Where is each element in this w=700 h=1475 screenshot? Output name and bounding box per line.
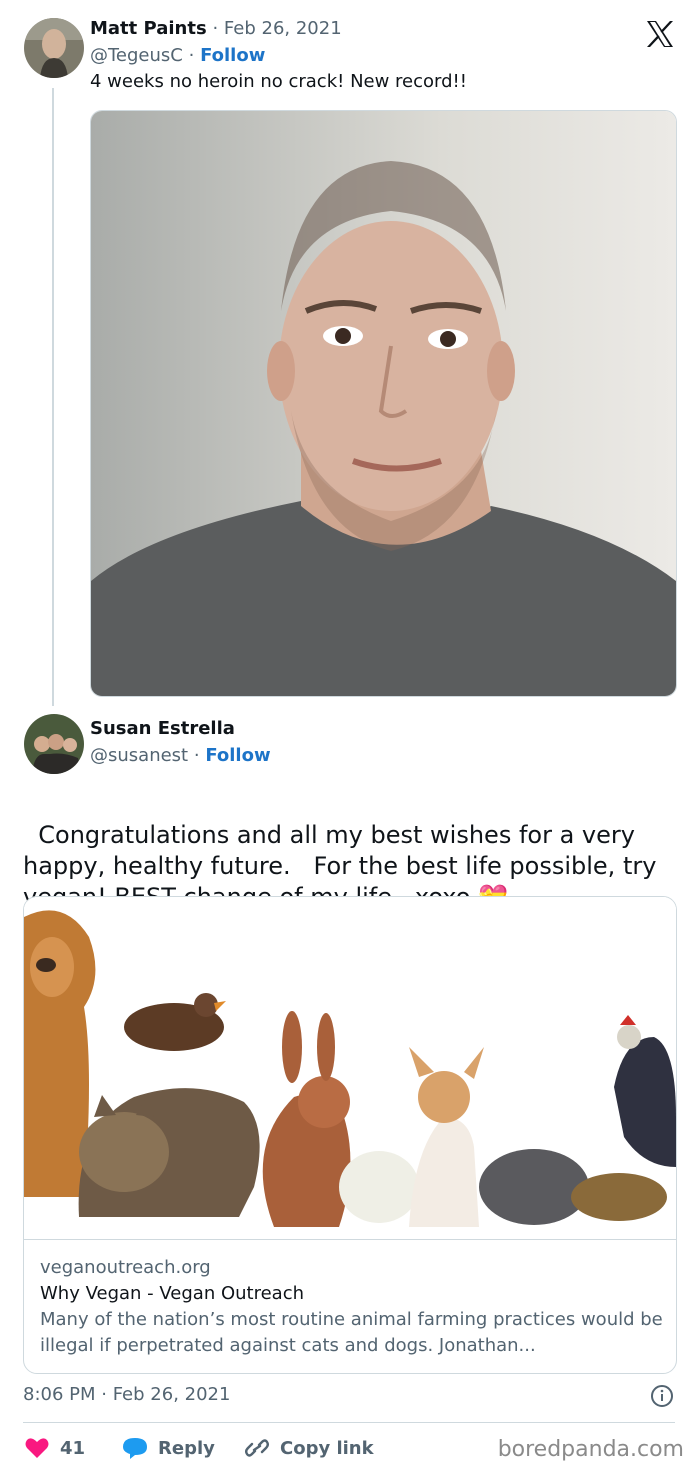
link-card[interactable]: veganoutreach.org Why Vegan - Vegan Outr…: [23, 896, 677, 1374]
thread-line: [52, 88, 54, 706]
x-logo-icon[interactable]: [644, 18, 676, 50]
post-date[interactable]: Feb 26, 2021: [224, 18, 342, 39]
tweet-text: Congratulations and all my best wishes f…: [23, 789, 673, 913]
tweet-photo[interactable]: [90, 110, 677, 697]
separator: ·: [212, 18, 219, 39]
info-icon[interactable]: [650, 1384, 674, 1408]
link-domain: veganoutreach.org: [40, 1257, 211, 1278]
like-button[interactable]: 41: [24, 1436, 85, 1460]
author-name[interactable]: Matt Paints: [90, 18, 207, 39]
author-name[interactable]: Susan Estrella: [90, 718, 235, 739]
copy-link-button[interactable]: Copy link: [244, 1436, 374, 1460]
avatar-susan[interactable]: [24, 714, 84, 774]
follow-button[interactable]: Follow: [205, 745, 270, 766]
author-handle[interactable]: @TegeusC: [90, 45, 183, 66]
link-chain-icon: [245, 1439, 269, 1457]
author-handle[interactable]: @susanest: [90, 745, 188, 766]
heart-icon: [25, 1438, 49, 1458]
divider: [23, 1422, 675, 1423]
link-description: Many of the nation’s most routine animal…: [40, 1309, 663, 1356]
post-timestamp[interactable]: 8:06 PM · Feb 26, 2021: [23, 1384, 230, 1405]
tweet-text: 4 weeks no heroin no crack! New record!!: [90, 71, 467, 92]
follow-button[interactable]: Follow: [200, 45, 265, 66]
reply-label: Reply: [158, 1437, 215, 1459]
reply-bubble-icon: [123, 1438, 147, 1459]
separator: ·: [193, 745, 200, 766]
reply-button[interactable]: Reply: [122, 1436, 215, 1460]
copy-link-label: Copy link: [280, 1437, 374, 1459]
separator: ·: [188, 45, 195, 66]
link-card-image: [24, 897, 676, 1240]
link-title: Why Vegan - Vegan Outreach: [40, 1283, 304, 1304]
watermark: boredpanda.com: [497, 1437, 684, 1462]
avatar-matt[interactable]: [24, 18, 84, 78]
like-count: 41: [60, 1437, 86, 1459]
